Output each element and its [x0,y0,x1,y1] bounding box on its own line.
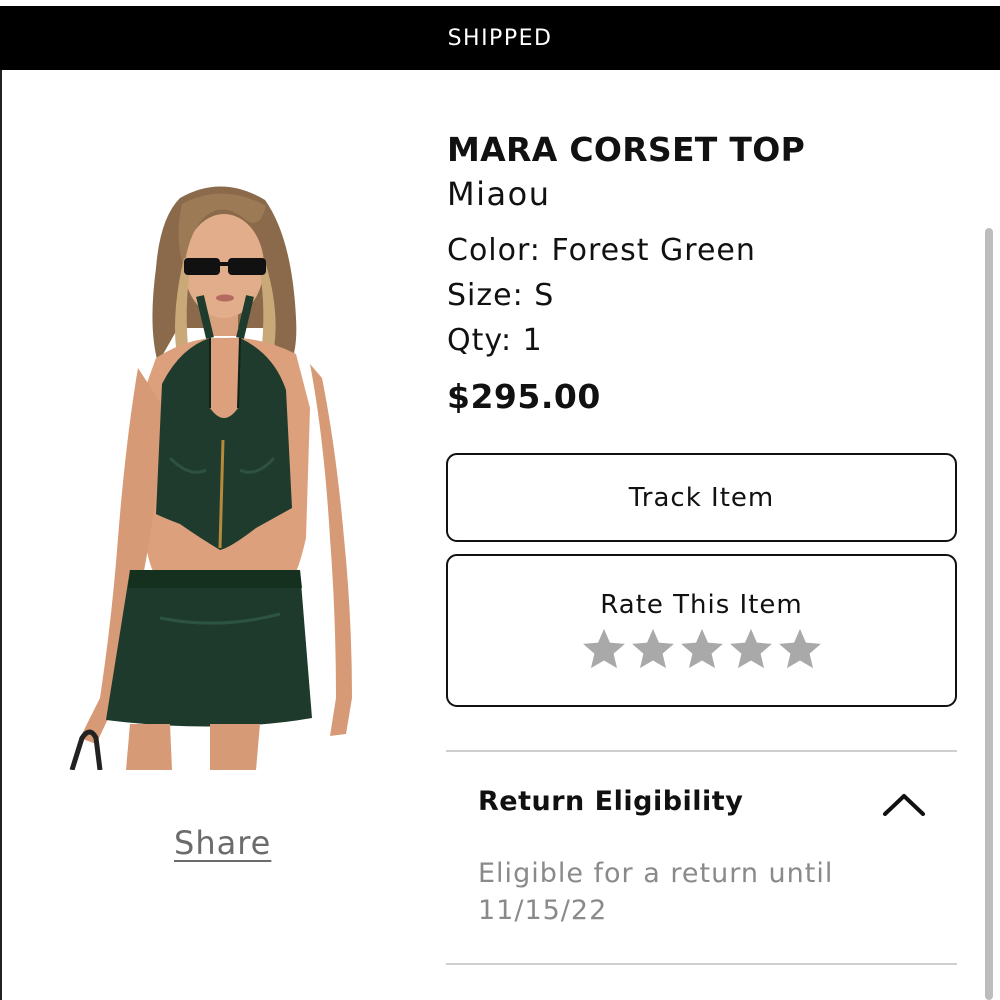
product-brand: Miaou [447,175,551,213]
section-divider [446,750,957,752]
product-title: MARA CORSET TOP [447,130,806,169]
product-color: Color: Forest Green [447,233,756,268]
chevron-up-icon[interactable] [880,786,928,822]
section-divider [446,963,957,965]
share-link[interactable]: Share [174,824,271,862]
track-item-label: Track Item [628,482,775,513]
product-qty: Qty: 1 [447,323,543,358]
order-status-label: SHIPPED [447,25,553,51]
scrollbar[interactable] [985,228,993,1000]
product-details: MARA CORSET TOP Miaou Color: Forest Gree… [447,128,957,416]
product-price: $295.00 [447,377,601,416]
product-size: Size: S [447,278,555,313]
rate-item-button[interactable]: Rate This Item [446,554,957,707]
star-icon[interactable] [728,626,774,672]
rate-item-label: Rate This Item [600,589,803,620]
star-icon[interactable] [630,626,676,672]
track-item-button[interactable]: Track Item [446,453,957,542]
return-eligibility-heading[interactable]: Return Eligibility [478,786,743,817]
star-rating[interactable] [581,626,823,672]
star-icon[interactable] [777,626,823,672]
model-photo [69,186,352,770]
star-icon[interactable] [679,626,725,672]
return-eligibility-text: Eligible for a return until 11/15/22 [478,858,834,926]
star-icon[interactable] [581,626,627,672]
status-bar: SHIPPED [0,6,1000,70]
frame-border [0,70,2,1000]
product-image[interactable] [60,178,370,770]
